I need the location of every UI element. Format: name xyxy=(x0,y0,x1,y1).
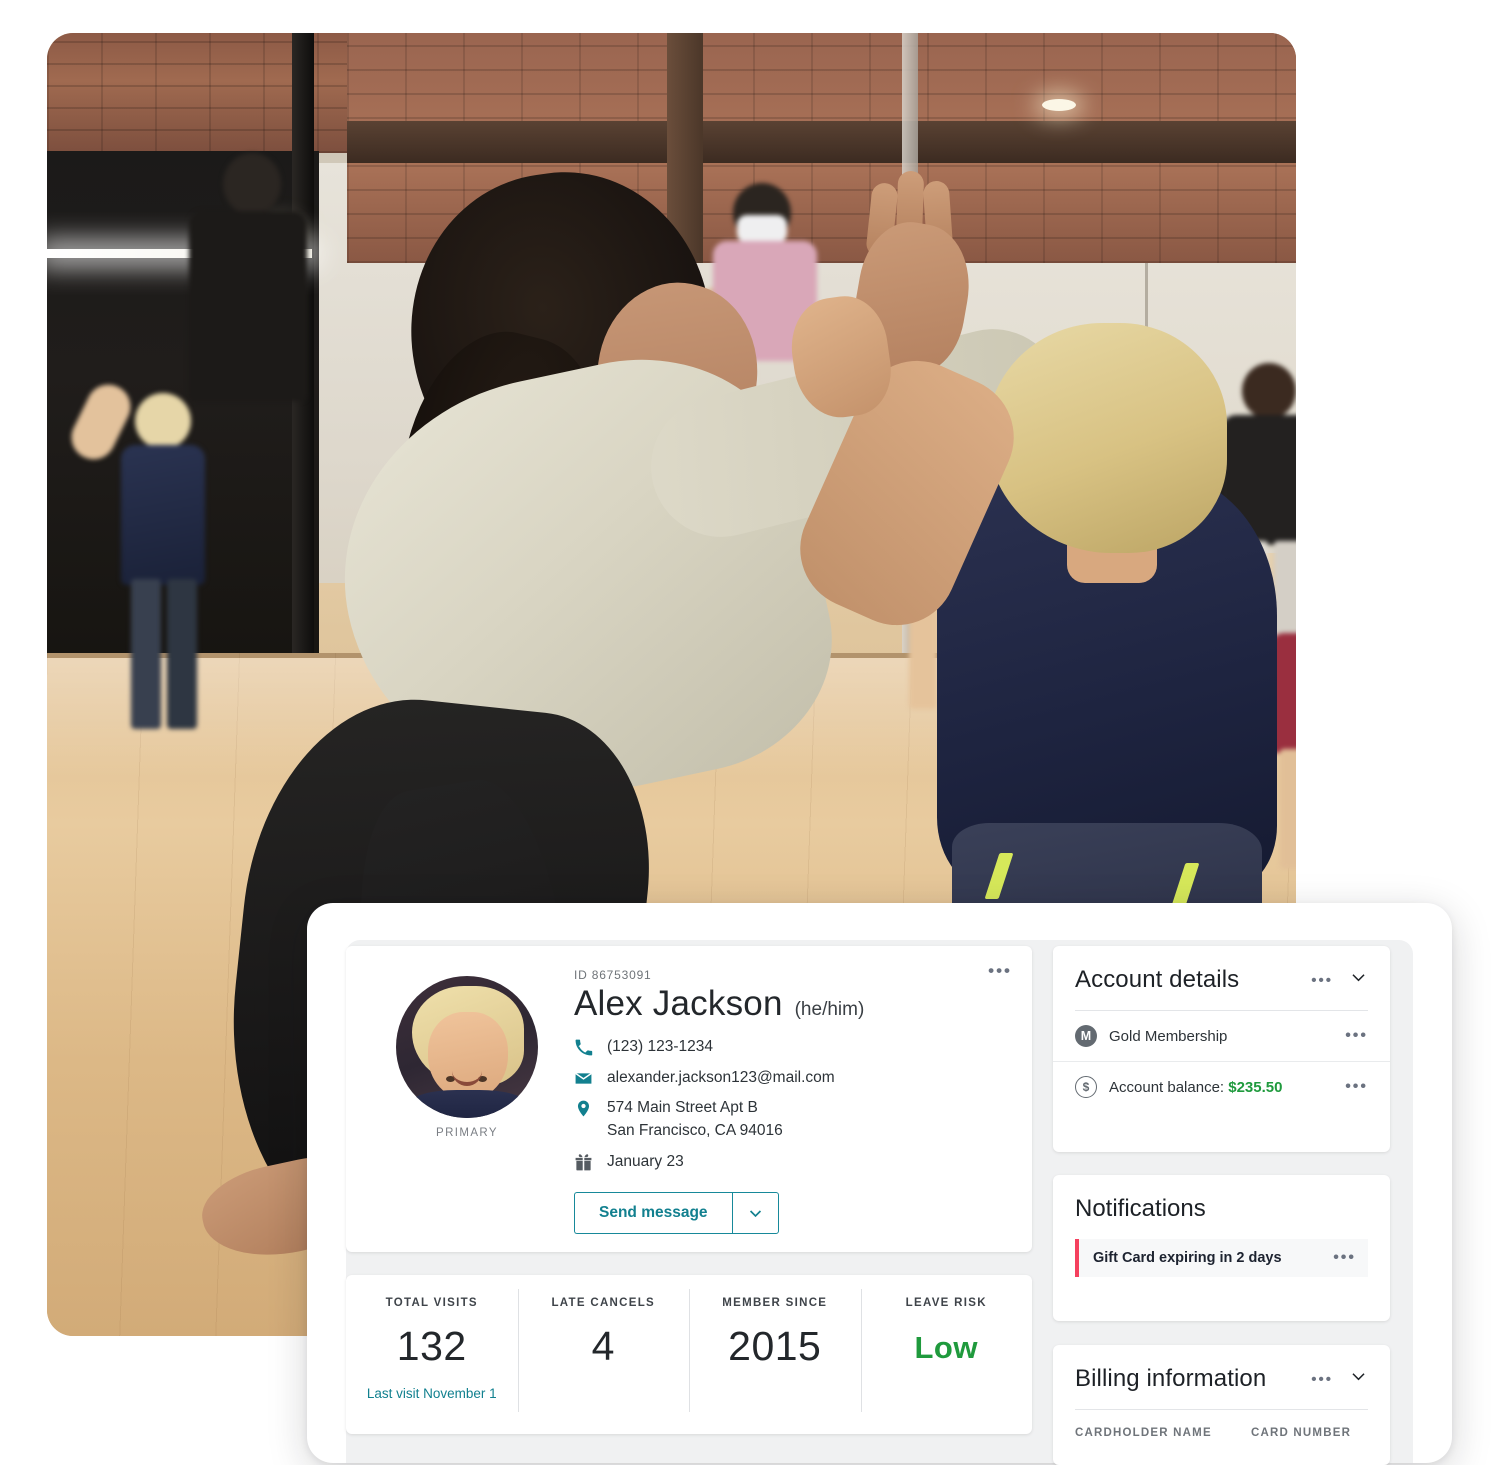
stat-late-cancels: LATE CANCELS 4 xyxy=(517,1275,690,1434)
stat-value: 2015 xyxy=(728,1323,822,1369)
avatar[interactable] xyxy=(396,976,538,1118)
notification-text: Gift Card expiring in 2 days xyxy=(1093,1250,1282,1266)
notification-item[interactable]: Gift Card expiring in 2 days ••• xyxy=(1075,1239,1368,1277)
account-row-balance: $ Account balance: $235.50 ••• xyxy=(1053,1061,1390,1112)
billing-column-cardholder: CARDHOLDER NAME xyxy=(1075,1427,1225,1439)
stats-row: TOTAL VISITS 132 Last visit November 1 L… xyxy=(346,1275,1032,1434)
stat-value: Low xyxy=(914,1330,978,1365)
stat-label: LATE CANCELS xyxy=(551,1297,656,1309)
pronouns: (he/him) xyxy=(794,999,865,1020)
column-header-label: CARDHOLDER NAME xyxy=(1075,1427,1212,1439)
phone-icon xyxy=(574,1038,593,1057)
birthday-value: January 23 xyxy=(607,1152,684,1170)
chevron-down-icon xyxy=(749,1210,761,1217)
last-visit-link[interactable]: Last visit November 1 xyxy=(346,1386,518,1401)
stat-value: 132 xyxy=(396,1323,467,1369)
email-icon xyxy=(574,1069,593,1088)
account-details-header: Account details ••• xyxy=(1053,946,1390,994)
avatar-column: PRIMARY xyxy=(382,976,552,1139)
notification-overflow-menu-icon[interactable]: ••• xyxy=(1333,1250,1356,1266)
send-message-button-group: Send message xyxy=(574,1192,1008,1235)
page-title: Alex Jackson xyxy=(574,984,783,1023)
avatar-face xyxy=(428,1012,508,1100)
member-id: ID 86753091 xyxy=(574,968,652,982)
balance-amount: $235.50 xyxy=(1228,1078,1283,1096)
stat-label: LEAVE RISK xyxy=(905,1297,987,1309)
profile-info-column: ID 86753091 Alex Jackson (he/him) (123) … xyxy=(574,968,1008,1235)
stat-value: 4 xyxy=(591,1323,615,1369)
contact-row-email[interactable]: alexander.jackson123@mail.com xyxy=(574,1067,1008,1090)
account-row-membership: M Gold Membership ••• xyxy=(1053,1011,1390,1061)
balance-badge-icon: $ xyxy=(1075,1076,1097,1098)
address-value: 574 Main Street Apt B San Francisco, CA … xyxy=(607,1097,783,1142)
membership-overflow-menu-icon[interactable]: ••• xyxy=(1345,1028,1368,1044)
location-pin-icon xyxy=(574,1099,593,1118)
member-profile-card: ••• PRIMARY ID 86753091 Alex Jackson (he… xyxy=(346,946,1032,1252)
send-message-dropdown-toggle[interactable] xyxy=(731,1192,779,1235)
stat-label: MEMBER SINCE xyxy=(722,1297,828,1309)
billing-title: Billing information xyxy=(1075,1365,1267,1392)
billing-overflow-menu-icon[interactable]: ••• xyxy=(1311,1372,1333,1387)
chevron-down-icon xyxy=(1352,974,1365,982)
email-value: alexander.jackson123@mail.com xyxy=(607,1068,835,1086)
balance-label: Account balance: $235.50 xyxy=(1109,1079,1333,1096)
account-details-collapse-toggle[interactable] xyxy=(1349,968,1368,992)
billing-header: Billing information ••• xyxy=(1053,1345,1390,1393)
account-details-card: Account details ••• M Gold Membership ••… xyxy=(1053,946,1390,1152)
send-message-button[interactable]: Send message xyxy=(574,1192,732,1235)
stat-leave-risk: LEAVE RISK Low xyxy=(860,1275,1033,1434)
account-details-overflow-menu-icon[interactable]: ••• xyxy=(1311,973,1333,988)
avatar-shirt xyxy=(410,1090,526,1118)
billing-column-cardnumber: CARD NUMBER xyxy=(1251,1427,1351,1439)
contact-row-phone[interactable]: (123) 123-1234 xyxy=(574,1036,1008,1059)
avatar-primary-label: PRIMARY xyxy=(436,1127,498,1139)
column-header-label: CARD NUMBER xyxy=(1251,1427,1352,1439)
chevron-down-icon xyxy=(1352,1373,1365,1381)
membership-label: Gold Membership xyxy=(1109,1027,1228,1045)
billing-column-headers: CARDHOLDER NAME CARD NUMBER xyxy=(1053,1410,1390,1439)
billing-collapse-toggle[interactable] xyxy=(1349,1367,1368,1391)
member-stats-card: TOTAL VISITS 132 Last visit November 1 L… xyxy=(346,1275,1032,1434)
stat-total-visits: TOTAL VISITS 132 Last visit November 1 xyxy=(346,1275,518,1434)
balance-label-text: Account balance: xyxy=(1109,1078,1229,1096)
phone-value: (123) 123-1234 xyxy=(607,1038,713,1055)
notifications-card: Notifications Gift Card expiring in 2 da… xyxy=(1053,1175,1390,1321)
child-figure xyxy=(781,223,1296,1023)
stat-member-since: MEMBER SINCE 2015 xyxy=(689,1275,861,1434)
balance-overflow-menu-icon[interactable]: ••• xyxy=(1345,1079,1368,1095)
contact-row-birthday[interactable]: January 23 xyxy=(574,1151,1008,1174)
membership-badge-icon: M xyxy=(1075,1025,1097,1047)
notifications-title: Notifications xyxy=(1075,1195,1206,1222)
address-line-1: 574 Main Street Apt B xyxy=(607,1099,758,1117)
account-details-title: Account details xyxy=(1075,966,1240,993)
address-line-2: San Francisco, CA 94016 xyxy=(607,1121,783,1139)
gift-icon xyxy=(574,1153,593,1172)
ceiling-beam xyxy=(347,121,1296,163)
contact-row-address[interactable]: 574 Main Street Apt B San Francisco, CA … xyxy=(574,1097,1008,1142)
name-row: Alex Jackson (he/him) xyxy=(574,984,1008,1024)
billing-information-card: Billing information ••• CARDHOLDER NAME … xyxy=(1053,1345,1390,1465)
stat-label: TOTAL VISITS xyxy=(385,1297,478,1309)
